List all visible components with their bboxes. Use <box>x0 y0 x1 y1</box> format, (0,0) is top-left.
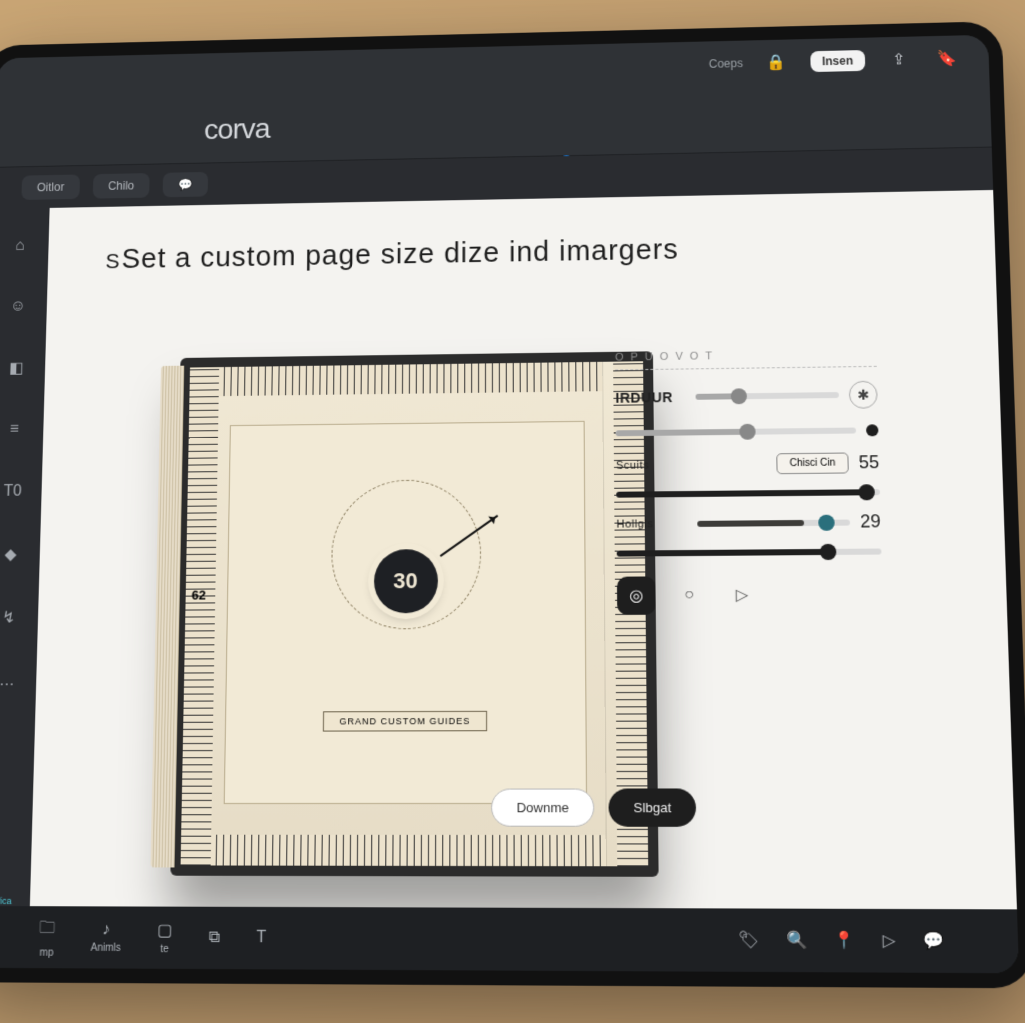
share-icon[interactable]: ⇪ <box>885 46 914 73</box>
canvas-actions: Downme Slbgat <box>491 788 696 826</box>
canvas-area: SSet a custom page size dize ind imarger… <box>30 190 1017 909</box>
properties-panel: O P U O V O T IRDUUR ✱ <box>615 348 883 615</box>
dot-icon[interactable] <box>866 424 879 436</box>
slider-label-hollgis: Hollgis <box>616 517 687 530</box>
ruler-top <box>189 362 602 397</box>
slider-hollgis[interactable] <box>697 519 850 526</box>
panel-section-hint: O P U O V O T <box>615 348 877 370</box>
home-pill[interactable]: Insen <box>810 50 865 72</box>
slider-row-hollgis: Hollgis 29 <box>616 511 881 534</box>
box-icon: ▢ <box>157 920 173 941</box>
slider-irduur[interactable] <box>696 392 839 400</box>
chat-bubble-icon[interactable]: 💬 <box>923 930 945 951</box>
slider-row-4 <box>617 548 882 556</box>
app-logo[interactable]: corva <box>204 113 270 146</box>
text-tool-icon: T <box>256 929 266 948</box>
circle-icon[interactable]: ○ <box>670 576 709 615</box>
slider-label-scuits: Scuits <box>616 459 687 472</box>
slider-row-2 <box>616 424 879 439</box>
tab-editor[interactable]: Oitlor <box>21 174 79 200</box>
pages-edge <box>150 366 184 868</box>
page-heading: SSet a custom page size dize ind imarger… <box>105 230 955 276</box>
ruler-bottom <box>181 835 606 867</box>
slider-row-scuits: Scuits Chisci Cin 55 <box>616 452 880 476</box>
chip-preset[interactable]: Chisci Cin <box>776 452 849 474</box>
tab-icon-chat[interactable]: 💬 <box>163 172 209 197</box>
bottom-file[interactable]: 🗀mp <box>38 916 55 958</box>
panel-mini-actions: ◎ ○ ▷ <box>617 575 883 615</box>
slider-label-irduur: IRDUUR <box>615 389 685 406</box>
pin-icon[interactable]: 📍 <box>834 930 855 951</box>
side-number: 62 <box>191 588 206 603</box>
lock-icon[interactable]: 🔒 <box>762 49 790 76</box>
bottom-toolbar: 🗀mp ♪Animls ▢te ⧉ T 🏷 🔍 📍 ▷ 💬 <box>0 906 1019 973</box>
sidebar-chat-icon[interactable]: ⌂ <box>0 227 39 265</box>
sidebar-media-icon[interactable]: ↯ <box>0 598 29 638</box>
bottom-animate[interactable]: ♪Animls <box>91 921 122 954</box>
slider-3[interactable] <box>616 489 880 498</box>
value-29: 29 <box>860 511 881 532</box>
crop-icon: ⧉ <box>208 928 220 947</box>
target-icon[interactable]: ◎ <box>617 576 656 615</box>
sidebar-more-icon[interactable]: … <box>0 661 27 701</box>
center-value-badge: 30 <box>373 549 437 613</box>
slider-4[interactable] <box>617 548 882 556</box>
book-caption: GRAND CUSTOM GUIDES <box>322 711 487 732</box>
play-icon[interactable]: ▷ <box>722 576 761 615</box>
file-icon: 🗀 <box>39 916 56 944</box>
slider-row-3 <box>616 489 880 498</box>
tag-icon[interactable]: 🏷 <box>738 930 760 951</box>
search-icon[interactable]: 🔍 <box>786 930 807 951</box>
value-55: 55 <box>858 452 879 473</box>
sidebar-face-icon[interactable]: ☺ <box>0 288 38 327</box>
ruler-left <box>181 367 220 865</box>
bottom-box[interactable]: ▢te <box>157 920 173 955</box>
bookmark-icon[interactable]: 🔖 <box>932 45 961 72</box>
tablet-device: Coeps 🔒 Insen ⇪ 🔖 corva ༄ ☗ ✦P.0 © B ▤ 👤… <box>0 21 1025 988</box>
secondary-action-button[interactable]: Slbgat <box>609 788 697 826</box>
bottom-text[interactable]: T <box>256 929 266 948</box>
slider-row-irduur: IRDUUR ✱ <box>615 381 878 412</box>
bottom-crop[interactable]: ⧉ <box>208 928 220 947</box>
sidebar-footer-label: • Vica <box>0 896 12 906</box>
tab-secondary[interactable]: Chilo <box>92 173 149 199</box>
app-screen: Coeps 🔒 Insen ⇪ 🔖 corva ༄ ☗ ✦P.0 © B ▤ 👤… <box>0 35 1019 974</box>
brand-hint: Coeps <box>709 57 743 71</box>
star-icon[interactable]: ✱ <box>849 381 878 409</box>
sidebar-text-icon[interactable]: T0 <box>0 472 32 511</box>
slider-2[interactable] <box>616 428 856 437</box>
sidebar-shapes-icon[interactable]: ◆ <box>0 535 31 575</box>
sidebar-layers-icon[interactable]: ≡ <box>0 410 34 449</box>
inner-page-card: 30 GRAND CUSTOM GUIDES <box>224 421 587 804</box>
sidebar-bookmark-icon[interactable]: ◧ <box>0 349 36 388</box>
download-button[interactable]: Downme <box>491 789 595 827</box>
note-icon: ♪ <box>102 921 110 940</box>
cursor-icon[interactable]: ▷ <box>882 930 895 951</box>
